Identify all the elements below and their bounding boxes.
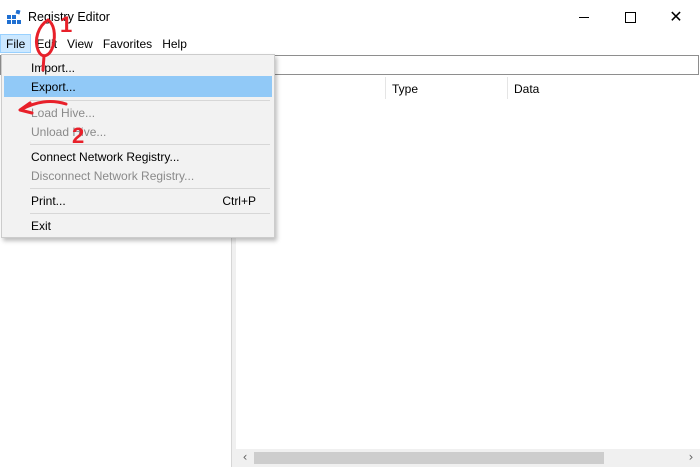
- menu-item-label: Disconnect Network Registry...: [31, 169, 195, 183]
- menu-item-label: Unload Hive...: [31, 125, 107, 139]
- menu-separator: [30, 100, 270, 101]
- title-bar: Registry Editor ✕: [0, 0, 700, 34]
- menu-item-export[interactable]: Export...: [4, 76, 272, 97]
- column-header-data[interactable]: Data: [508, 77, 700, 99]
- scrollbar-thumb[interactable]: [254, 452, 604, 464]
- file-menu-dropdown: Import... Export... Load Hive... Unload …: [1, 54, 275, 238]
- column-header-type[interactable]: Type: [386, 77, 508, 99]
- menu-help[interactable]: Help: [157, 34, 192, 54]
- menu-favorites[interactable]: Favorites: [98, 34, 157, 54]
- menu-item-label: Load Hive...: [31, 106, 96, 120]
- menu-item-unload-hive: Unload Hive...: [4, 121, 272, 142]
- menu-bar: File Edit View Favorites Help: [0, 34, 700, 54]
- menu-view[interactable]: View: [62, 34, 98, 54]
- menu-item-exit[interactable]: Exit: [4, 215, 272, 236]
- menu-separator: [30, 213, 270, 214]
- menu-item-disconnect-network-registry: Disconnect Network Registry...: [4, 165, 272, 186]
- scroll-left-icon[interactable]: ‹: [238, 450, 252, 466]
- menu-item-import[interactable]: Import...: [4, 57, 272, 78]
- menu-item-load-hive: Load Hive...: [4, 102, 272, 123]
- menu-item-shortcut: Ctrl+P: [222, 194, 256, 208]
- menu-file[interactable]: File: [0, 34, 32, 53]
- values-list-pane[interactable]: Name Type Data: [236, 75, 700, 467]
- close-button[interactable]: ✕: [653, 0, 699, 34]
- scroll-right-icon[interactable]: ›: [684, 450, 698, 466]
- maximize-icon: [624, 11, 636, 23]
- menu-item-label: Connect Network Registry...: [31, 150, 180, 164]
- close-icon: ✕: [669, 7, 683, 26]
- menu-separator: [30, 144, 270, 145]
- minimize-icon: [579, 16, 589, 18]
- menu-item-label: Export...: [31, 80, 76, 94]
- registry-editor-icon: [7, 10, 21, 24]
- maximize-button[interactable]: [607, 0, 653, 34]
- menu-item-label: Exit: [31, 219, 52, 233]
- menu-item-print[interactable]: Print... Ctrl+P: [4, 190, 272, 211]
- window-title: Registry Editor: [28, 10, 110, 24]
- menu-item-label: Print...: [31, 194, 66, 208]
- menu-item-connect-network-registry[interactable]: Connect Network Registry...: [4, 146, 272, 167]
- menu-item-label: Import...: [31, 61, 76, 75]
- list-header: Name Type Data: [236, 77, 700, 99]
- minimize-button[interactable]: [561, 0, 607, 34]
- menu-separator: [30, 188, 270, 189]
- menu-edit[interactable]: Edit: [31, 34, 62, 54]
- horizontal-scrollbar[interactable]: ‹ ›: [236, 449, 700, 467]
